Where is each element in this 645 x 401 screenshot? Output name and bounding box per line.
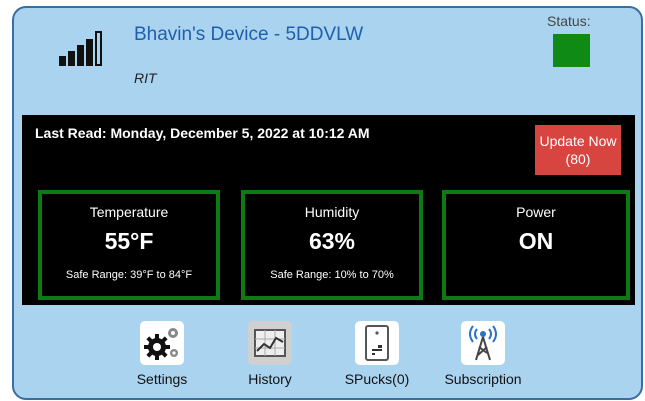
device-name: Bhavin's Device - 5DDVLW	[134, 24, 364, 45]
temperature-value: 55°F	[104, 228, 154, 254]
humidity-title: Humidity	[304, 204, 360, 220]
power-title: Power	[516, 204, 556, 220]
humidity-card: Humidity 63% Safe Range: 10% to 70%	[241, 190, 423, 300]
nav-history-label: History	[248, 371, 292, 387]
update-now-button[interactable]: Update Now (80)	[535, 125, 621, 175]
device-card: Bhavin's Device - 5DDVLW RIT Status: Las…	[12, 6, 643, 400]
humidity-safe-range: Safe Range: 10% to 70%	[270, 269, 394, 281]
gears-icon	[140, 321, 184, 365]
nav-spucks-label: SPucks(0)	[344, 371, 410, 387]
nav-settings-label: Settings	[136, 371, 188, 387]
temperature-safe-range: Safe Range: 39°F to 84°F	[65, 269, 193, 281]
humidity-value: 63%	[308, 228, 356, 254]
nav-history[interactable]: History	[225, 321, 315, 387]
nav-subscription-label: Subscription	[444, 371, 522, 387]
readings-panel: Last Read: Monday, December 5, 2022 at 1…	[22, 115, 635, 305]
power-value: ON	[518, 228, 554, 254]
temperature-card: Temperature 55°F Safe Range: 39°F to 84°…	[38, 190, 220, 300]
status-label: Status:	[547, 13, 591, 29]
nav-spucks[interactable]: SPucks(0)	[332, 321, 422, 387]
status-indicator	[553, 34, 590, 67]
device-location: RIT	[134, 70, 157, 86]
power-card: Power ON	[442, 190, 630, 300]
temperature-title: Temperature	[89, 204, 169, 220]
last-read-timestamp: Last Read: Monday, December 5, 2022 at 1…	[35, 125, 370, 141]
nav-subscription[interactable]: Subscription	[438, 321, 528, 387]
antenna-icon	[461, 321, 505, 365]
spuck-device-icon	[355, 321, 399, 365]
nav-settings[interactable]: Settings	[117, 321, 207, 387]
signal-strength-icon	[59, 30, 111, 66]
chart-icon	[248, 321, 292, 365]
